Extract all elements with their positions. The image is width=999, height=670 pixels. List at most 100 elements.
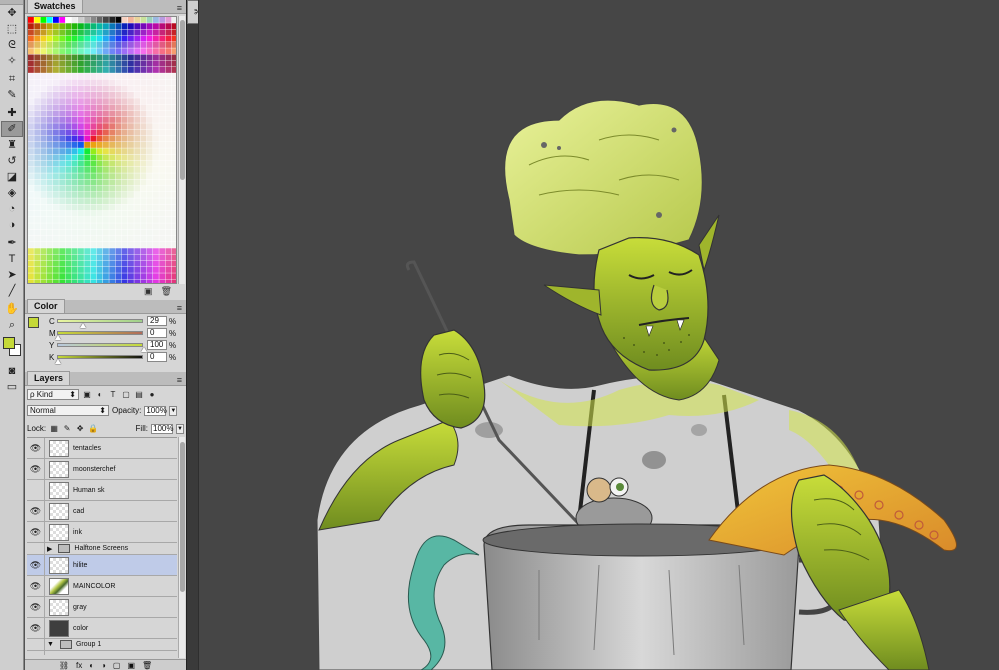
swatch-cell[interactable] <box>140 217 147 223</box>
delete-swatch-icon[interactable]: 🗑 <box>161 286 172 298</box>
swatch-cell[interactable] <box>65 223 72 230</box>
swatch-cell[interactable] <box>146 35 153 42</box>
swatch-cell[interactable] <box>71 198 78 205</box>
swatch-cell[interactable] <box>96 210 103 217</box>
swatch-cell[interactable] <box>53 279 59 285</box>
swatch-cell[interactable] <box>115 104 122 111</box>
swatch-cell[interactable] <box>153 17 159 23</box>
swatch-cell[interactable] <box>121 73 128 80</box>
swatch-cell[interactable] <box>159 85 166 92</box>
swatch-cell[interactable] <box>28 242 34 248</box>
swatch-cell[interactable] <box>96 279 103 285</box>
swatch-cell[interactable] <box>96 235 103 242</box>
swatch-cell[interactable] <box>90 192 97 198</box>
swatch-cell[interactable] <box>103 17 109 23</box>
swatch-cell[interactable] <box>46 167 53 173</box>
swatch-cell[interactable] <box>71 210 78 217</box>
swatch-cell[interactable] <box>121 35 128 42</box>
swatch-cell[interactable] <box>103 154 109 161</box>
swatch-cell[interactable] <box>90 173 97 180</box>
swatch-cell[interactable] <box>34 67 41 73</box>
swatch-cell[interactable] <box>109 135 116 142</box>
swatch-cell[interactable] <box>46 73 53 80</box>
swatch-cell[interactable] <box>34 123 41 130</box>
swatch-cell[interactable] <box>78 42 84 48</box>
swatch-cell[interactable] <box>103 35 109 42</box>
swatch-cell[interactable] <box>53 35 59 42</box>
swatch-cell[interactable] <box>96 179 103 186</box>
swatch-cell[interactable] <box>171 173 177 180</box>
swatch-cell[interactable] <box>46 210 53 217</box>
swatch-cell[interactable] <box>165 210 172 217</box>
swatch-cell[interactable] <box>134 204 141 211</box>
swatch-cell[interactable] <box>90 54 97 61</box>
swatch-cell[interactable] <box>78 23 84 30</box>
swatch-cell[interactable] <box>90 67 97 73</box>
swatch-cell[interactable] <box>121 273 128 280</box>
swatch-cell[interactable] <box>128 260 134 267</box>
swatch-cell[interactable] <box>128 54 134 61</box>
swatch-cell[interactable] <box>146 123 153 130</box>
swatch-cell[interactable] <box>134 142 141 148</box>
swatch-cell[interactable] <box>134 29 141 36</box>
swatch-cell[interactable] <box>71 23 78 30</box>
swatch-cell[interactable] <box>128 167 134 173</box>
swatch-cell[interactable] <box>128 42 134 48</box>
swatch-cell[interactable] <box>140 48 147 55</box>
swatch-cell[interactable] <box>159 192 166 198</box>
swatch-cell[interactable] <box>84 260 91 267</box>
swatch-cell[interactable] <box>153 267 159 273</box>
swatch-cell[interactable] <box>140 142 147 148</box>
new-layer-icon[interactable]: ▣ <box>127 661 135 670</box>
swatch-cell[interactable] <box>78 135 84 142</box>
swatch-cell[interactable] <box>153 192 159 198</box>
swatch-cell[interactable] <box>121 160 128 167</box>
swatch-cell[interactable] <box>109 229 116 236</box>
swatch-cell[interactable] <box>46 110 53 117</box>
swatch-cell[interactable] <box>71 242 78 248</box>
swatch-cell[interactable] <box>165 60 172 67</box>
swatch-cell[interactable] <box>71 67 78 73</box>
swatch-cell[interactable] <box>121 242 128 248</box>
swatch-cell[interactable] <box>128 117 134 123</box>
caret-down-icon[interactable]: ▼ <box>47 641 54 648</box>
swatch-cell[interactable] <box>65 154 72 161</box>
swatch-cell[interactable] <box>109 29 116 36</box>
swatch-cell[interactable] <box>34 160 41 167</box>
swatch-cell[interactable] <box>159 254 166 261</box>
swatch-cell[interactable] <box>96 229 103 236</box>
swatch-cell[interactable] <box>140 229 147 236</box>
swatch-cell[interactable] <box>71 92 78 98</box>
swatch-cell[interactable] <box>115 92 122 98</box>
swatch-cell[interactable] <box>153 60 159 67</box>
swatch-cell[interactable] <box>115 217 122 223</box>
swatch-cell[interactable] <box>40 98 47 105</box>
swatch-cell[interactable] <box>159 104 166 111</box>
swatch-cell[interactable] <box>121 260 128 267</box>
swatch-cell[interactable] <box>165 79 172 86</box>
swatch-cell[interactable] <box>140 160 147 167</box>
swatch-cell[interactable] <box>46 279 53 285</box>
swatch-cell[interactable] <box>159 23 166 30</box>
swatch-cell[interactable] <box>146 135 153 142</box>
swatch-cell[interactable] <box>90 242 97 248</box>
swatch-cell[interactable] <box>84 54 91 61</box>
swatch-cell[interactable] <box>71 129 78 136</box>
swatch-cell[interactable] <box>28 98 34 105</box>
swatch-cell[interactable] <box>59 92 66 98</box>
swatch-cell[interactable] <box>40 248 47 255</box>
swatch-cell[interactable] <box>59 42 66 48</box>
swatch-cell[interactable] <box>84 267 91 273</box>
swatch-cell[interactable] <box>128 267 134 273</box>
swatch-cell[interactable] <box>28 135 34 142</box>
swatch-cell[interactable] <box>146 160 153 167</box>
swatch-cell[interactable] <box>165 198 172 205</box>
swatch-cell[interactable] <box>171 73 177 80</box>
swatch-cell[interactable] <box>109 23 116 30</box>
swatch-cell[interactable] <box>96 129 103 136</box>
swatch-cell[interactable] <box>34 29 41 36</box>
swatch-cell[interactable] <box>53 92 59 98</box>
swatch-cell[interactable] <box>103 273 109 280</box>
swatch-cell[interactable] <box>46 98 53 105</box>
swatch-cell[interactable] <box>134 260 141 267</box>
